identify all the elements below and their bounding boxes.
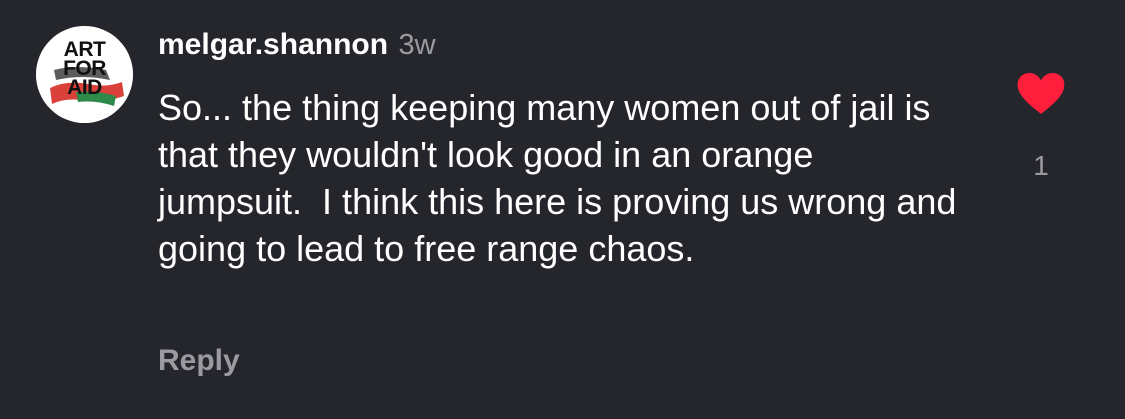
avatar[interactable]: ART FOR AID: [36, 26, 133, 123]
reply-button[interactable]: Reply: [158, 344, 240, 378]
avatar-logo-line3: AID: [67, 76, 102, 99]
avatar-logo-text: ART FOR AID: [36, 39, 133, 99]
comment: ART FOR AID melgar.shannon 3w So... the …: [0, 0, 1125, 419]
like-button[interactable]: [1016, 72, 1066, 116]
comment-header: melgar.shannon 3w: [158, 28, 436, 68]
timestamp: 3w: [398, 29, 436, 61]
comment-body: So... the thing keeping many women out o…: [158, 87, 967, 269]
username[interactable]: melgar.shannon: [158, 28, 388, 61]
like-count: 1: [1033, 150, 1049, 181]
heart-icon: [1017, 73, 1065, 114]
